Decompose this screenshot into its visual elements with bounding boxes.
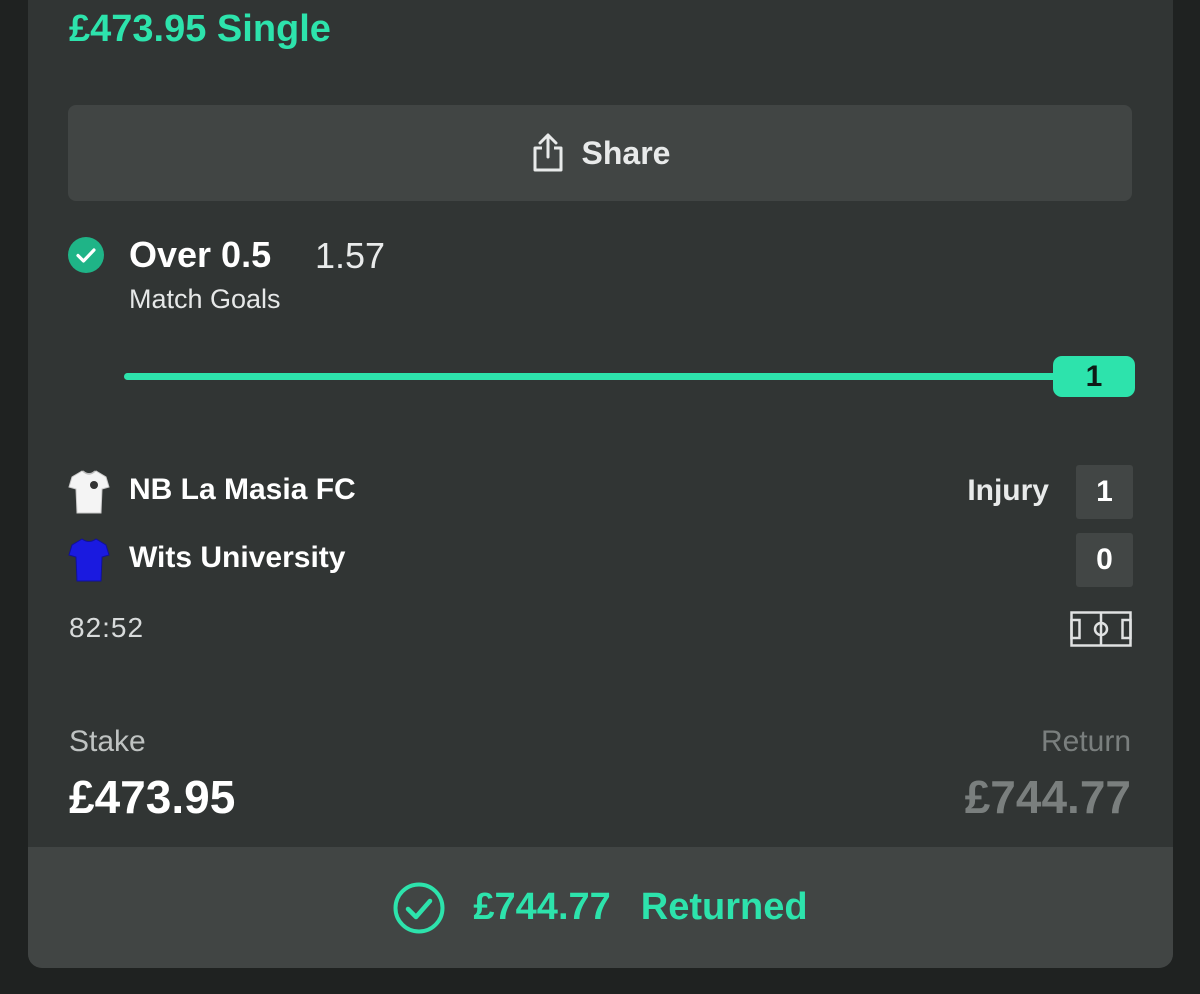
- progress-count-badge: 1: [1053, 356, 1135, 397]
- check-circle-icon: [68, 237, 104, 273]
- away-team-name: Wits University: [129, 541, 346, 574]
- returned-text: Returned: [640, 886, 808, 928]
- home-team-name: NB La Masia FC: [129, 473, 356, 506]
- stake-value: £473.95: [69, 771, 236, 823]
- bet-card: £473.95 Single Share Over 0.5 1.57 Match…: [28, 0, 1173, 968]
- team-row-away: Wits University 0: [68, 533, 1133, 587]
- selection-odds: 1.57: [315, 235, 386, 276]
- team-row-home: NB La Masia FC Injury 1: [68, 465, 1133, 519]
- returned-amount: £744.77: [473, 886, 611, 928]
- progress-fill: [124, 373, 1064, 380]
- share-icon: [533, 133, 563, 172]
- home-score: 1: [1076, 465, 1133, 519]
- return-label: Return: [1040, 725, 1131, 758]
- jersey-icon: [68, 538, 110, 582]
- pitch-icon[interactable]: [1070, 611, 1132, 647]
- injury-label: Injury: [967, 474, 1049, 507]
- check-circle-icon: [393, 882, 445, 933]
- stake-label: Stake: [69, 725, 146, 758]
- selection-market: Match Goals: [129, 284, 281, 314]
- selection-name: Over 0.5: [129, 234, 272, 275]
- share-button[interactable]: Share: [68, 105, 1132, 201]
- jersey-icon: [68, 470, 110, 514]
- away-score: 0: [1076, 533, 1133, 587]
- bet-title: £473.95 Single: [69, 8, 331, 50]
- match-clock: 82:52: [69, 612, 145, 643]
- return-value: £744.77: [964, 771, 1131, 823]
- progress-track: [124, 373, 1064, 380]
- returned-banner: £744.77 Returned: [28, 847, 1173, 968]
- share-label: Share: [581, 134, 671, 171]
